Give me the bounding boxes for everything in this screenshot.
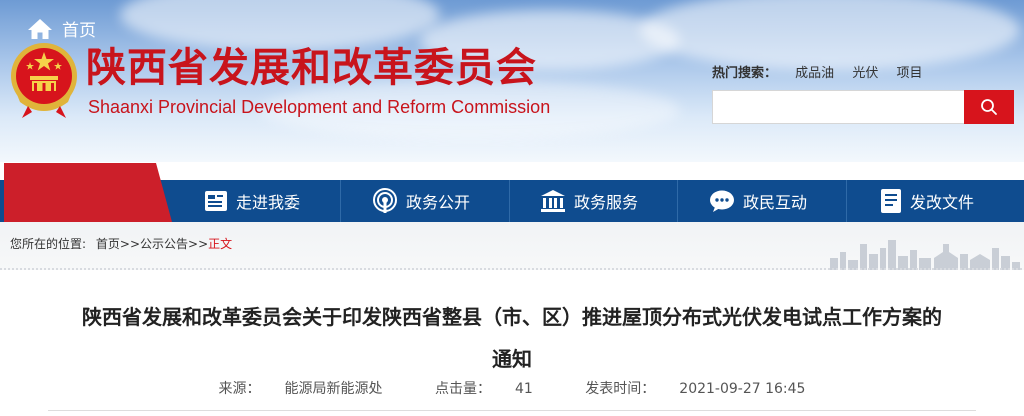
time-label: 发表时间： xyxy=(585,381,656,397)
meta-divider xyxy=(48,410,976,411)
home-icon xyxy=(28,18,52,39)
hits-label: 点击量： xyxy=(435,381,491,397)
search-icon xyxy=(981,99,997,115)
city-skyline-decoration xyxy=(830,240,1020,272)
nav-item-label: 政务服务 xyxy=(574,193,639,212)
hot-search-link[interactable]: 光伏 xyxy=(852,66,878,81)
nav-item-open-government[interactable]: 政务公开 xyxy=(372,180,470,222)
nav-divider xyxy=(846,180,847,222)
breadcrumb-section[interactable]: 公示公告 xyxy=(140,237,188,251)
nav-divider xyxy=(509,180,510,222)
source-label: 来源： xyxy=(218,381,261,397)
building-icon xyxy=(541,190,565,212)
source-value: 能源局新能源处 xyxy=(284,381,383,397)
hits-value: 41 xyxy=(515,381,533,397)
nav-item-documents[interactable]: 发改文件 xyxy=(880,180,974,222)
breadcrumb: 您所在的位置: 首页>>公示公告>>正文 xyxy=(10,235,232,252)
search-input[interactable] xyxy=(712,90,967,124)
site-title-english: Shaanxi Provincial Development and Refor… xyxy=(88,97,551,117)
search-button[interactable] xyxy=(964,90,1014,124)
id-card-icon xyxy=(205,191,227,211)
nav-divider xyxy=(677,180,678,222)
breadcrumb-separator: >> xyxy=(119,237,140,251)
chat-icon xyxy=(710,190,734,212)
nav-item-about[interactable]: 走进我委 xyxy=(204,180,300,222)
article-time: 发表时间： 2021-09-27 16:45 xyxy=(573,381,817,397)
breadcrumb-prefix: 您所在的位置: xyxy=(10,237,87,251)
time-value: 2021-09-27 16:45 xyxy=(679,381,806,397)
nav-item-label: 政民互动 xyxy=(743,193,808,212)
article-hits: 点击量： 41 xyxy=(423,381,545,397)
page: { "header": { "site_name": "陕西省发展和改革委员会"… xyxy=(0,0,1024,416)
national-emblem-icon xyxy=(11,43,77,118)
nav-home-arrow xyxy=(156,163,172,222)
nav-item-label: 走进我委 xyxy=(236,193,301,212)
hot-search-link[interactable]: 项目 xyxy=(896,66,922,81)
nav-item-label: 政务公开 xyxy=(406,193,471,212)
nav-item-label: 发改文件 xyxy=(910,193,975,212)
article-title: 陕西省发展和改革委员会关于印发陕西省整县（市、区）推进屋顶分布式光伏发电试点工作… xyxy=(82,305,942,371)
article-meta: 来源： 能源局新能源处 点击量： 41 发表时间： 2021-09-27 16:45 xyxy=(0,378,1024,398)
article-source: 来源： 能源局新能源处 xyxy=(207,381,395,397)
nav-item-interaction[interactable]: 政民互动 xyxy=(709,180,807,222)
nav-home-label: 首页 xyxy=(62,21,96,41)
hot-searches: 热门搜索： 成品油 光伏 项目 xyxy=(712,62,922,81)
hot-searches-label: 热门搜索： xyxy=(712,66,778,81)
breadcrumb-separator: >> xyxy=(188,237,209,251)
nav-home[interactable] xyxy=(4,163,156,222)
breadcrumb-home[interactable]: 首页 xyxy=(96,237,120,251)
document-icon xyxy=(881,189,901,213)
nav-home-content[interactable]: 首页 xyxy=(26,16,96,41)
search-box xyxy=(712,90,1014,124)
breadcrumb-current: 正文 xyxy=(208,237,233,251)
site-title: 陕西省发展和改革委员会 xyxy=(86,45,537,91)
hot-search-link[interactable]: 成品油 xyxy=(795,66,834,81)
nav-divider xyxy=(340,180,341,222)
nav-item-services[interactable]: 政务服务 xyxy=(540,180,638,222)
broadcast-icon xyxy=(373,188,397,213)
